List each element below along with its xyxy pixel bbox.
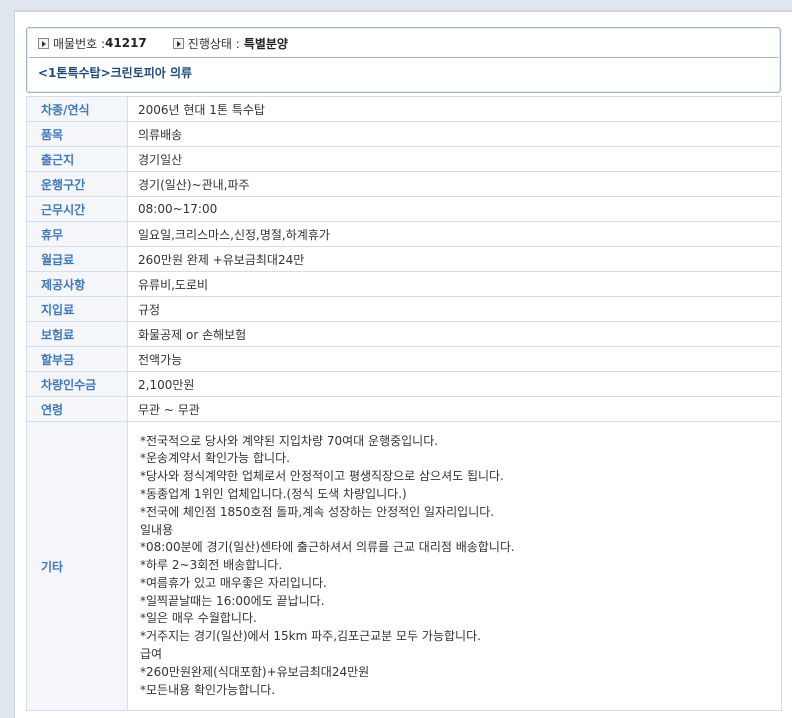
listing-header: 매물번호 : 41217 진행상태 : 특별분양 <1톤특수탑>크린토피아 의류 xyxy=(26,27,781,93)
etc-note-line: *전국에 체인점 1850호점 돌파,계속 성장하는 안정적인 일자리입니다. xyxy=(140,504,495,519)
listing-details-table: 차종/연식 2006년 현대 1톤 특수탑 품목 의류배송 출근지 경기일산 운행구간 경기(… xyxy=(26,96,782,711)
row-label: 월급료 xyxy=(26,246,128,272)
header-divider xyxy=(29,57,778,58)
listing-status: 진행상태 : 특별분양 xyxy=(172,35,288,52)
listing-number: 매물번호 : 41217 xyxy=(38,35,147,52)
table-row-etc: 기타 *전국적으로 당사와 계약된 지입차량 70여대 운행중입니다. *운송계약서… xyxy=(26,421,782,711)
top-divider xyxy=(15,10,792,12)
row-value: 2,100만원 xyxy=(127,371,782,397)
etc-note-line: *당사와 정식계약한 업체로서 안정적이고 평생직장으로 삼으셔도 됩니다. xyxy=(140,469,504,484)
row-label: 출근지 xyxy=(26,146,128,172)
etc-note-line: *전국적으로 당사와 계약된 지입차량 70여대 운행중입니다. xyxy=(140,433,439,448)
row-value: 유류비,도로비 xyxy=(127,271,782,297)
etc-note-line: *일은 매우 수월합니다. xyxy=(140,611,257,626)
row-value: 경기일산 xyxy=(127,146,782,172)
page: 매물번호 : 41217 진행상태 : 특별분양 <1톤특수탑>크린토피아 의류… xyxy=(14,10,792,718)
etc-note-line: *동종업계 1위인 업체입니다.(정식 도색 차량입니다.) xyxy=(140,486,407,501)
row-label: 연령 xyxy=(26,396,128,422)
etc-note-line: *260만원완제(식대포함)+유보금최대24만원 xyxy=(140,664,370,679)
table-row: 제공사항 유류비,도로비 xyxy=(26,271,782,297)
row-label: 근무시간 xyxy=(26,196,128,222)
etc-notes: *전국적으로 당사와 계약된 지입차량 70여대 운행중입니다. *운송계약서 확… xyxy=(127,421,782,711)
row-value: 260만원 완제 +유보금최대24만 xyxy=(127,246,782,272)
row-label: 운행구간 xyxy=(26,171,128,197)
row-label: 기타 xyxy=(26,421,128,711)
listing-title: <1톤특수탑>크린토피아 의류 xyxy=(38,66,193,80)
table-row: 출근지 경기일산 xyxy=(26,146,782,172)
listing-status-value: 특별분양 xyxy=(243,36,288,51)
row-label: 차종/연식 xyxy=(26,96,128,122)
row-value: 의류배송 xyxy=(127,121,782,147)
play-arrow-icon xyxy=(172,37,184,49)
row-label: 보험료 xyxy=(26,321,128,347)
row-label: 할부금 xyxy=(26,346,128,372)
table-row: 차종/연식 2006년 현대 1톤 특수탑 xyxy=(26,96,782,122)
etc-note-line: *일찍끝날때는 16:00에도 끝납니다. xyxy=(140,593,325,608)
etc-note-line: *모든내용 확인가능합니다. xyxy=(140,682,276,697)
listing-number-value: 41217 xyxy=(105,36,147,50)
table-row: 연령 무관 ~ 무관 xyxy=(26,396,782,422)
etc-note-line: *운송계약서 확인가능 합니다. xyxy=(140,451,290,466)
listing-number-label: 매물번호 : xyxy=(53,36,106,51)
row-value: 무관 ~ 무관 xyxy=(127,396,782,422)
row-value: 전액가능 xyxy=(127,346,782,372)
etc-note-line: *08:00분에 경기(일산)센타에 출근하셔서 의류를 근교 대리점 배송합니… xyxy=(140,540,515,555)
row-value: 일요일,크리스마스,신정,명절,하계휴가 xyxy=(127,221,782,247)
row-label: 휴무 xyxy=(26,221,128,247)
listing-status-label: 진행상태 : xyxy=(187,36,240,51)
table-row: 근무시간 08:00~17:00 xyxy=(26,196,782,222)
table-row: 휴무 일요일,크리스마스,신정,명절,하계휴가 xyxy=(26,221,782,247)
row-value: 08:00~17:00 xyxy=(127,196,782,222)
etc-note-line: 일내용 xyxy=(140,522,174,537)
table-row: 운행구간 경기(일산)~관내,파주 xyxy=(26,171,782,197)
table-row: 지입료 규정 xyxy=(26,296,782,322)
etc-note-line: *여름휴가 있고 매우좋은 자리입니다. xyxy=(140,575,327,590)
meta-row: 매물번호 : 41217 진행상태 : 특별분양 xyxy=(38,34,314,52)
table-row: 보험료 화물공제 or 손해보험 xyxy=(26,321,782,347)
row-value: 규정 xyxy=(127,296,782,322)
etc-note-line: *거주지는 경기(일산)에서 15km 파주,김포근교분 모두 가능합니다. xyxy=(140,629,481,644)
play-arrow-icon xyxy=(38,37,49,49)
table-row: 월급료 260만원 완제 +유보금최대24만 xyxy=(26,246,782,272)
etc-note-line: *하루 2~3회전 배송합니다. xyxy=(140,558,283,573)
row-value: 2006년 현대 1톤 특수탑 xyxy=(127,96,782,122)
row-value: 화물공제 or 손해보험 xyxy=(127,321,782,347)
row-label: 품목 xyxy=(26,121,128,147)
table-row: 품목 의류배송 xyxy=(26,121,782,147)
table-row: 할부금 전액가능 xyxy=(26,346,782,372)
row-label: 제공사항 xyxy=(26,271,128,297)
row-value: 경기(일산)~관내,파주 xyxy=(127,171,782,197)
table-row: 차량인수금 2,100만원 xyxy=(26,371,782,397)
etc-note-line: 급여 xyxy=(140,647,163,662)
row-label: 지입료 xyxy=(26,296,128,322)
row-label: 차량인수금 xyxy=(26,371,128,397)
